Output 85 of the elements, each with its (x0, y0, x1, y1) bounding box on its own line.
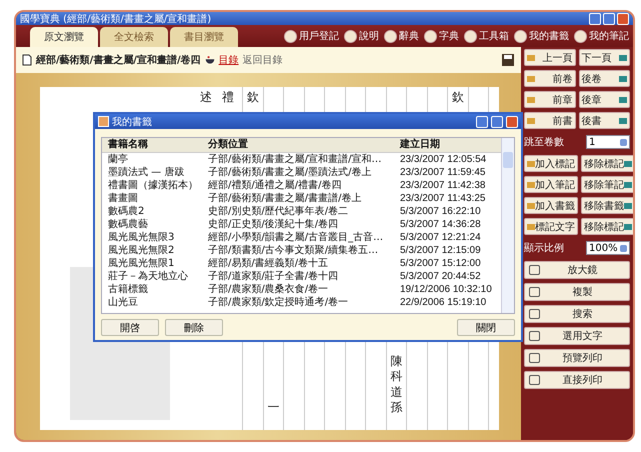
dialog-button[interactable]: 刪除 (165, 319, 223, 336)
book-icon (98, 116, 109, 127)
circle-icon[interactable] (574, 30, 587, 42)
circle-icon[interactable] (514, 30, 527, 42)
panel-button[interactable]: 下一頁 (578, 49, 630, 66)
tab[interactable]: 書目瀏覽 (170, 27, 238, 47)
panel-button[interactable]: 前書 (524, 112, 576, 129)
dropdown[interactable]: 1 (586, 135, 630, 149)
panel-button[interactable]: 移除標記 (581, 218, 633, 235)
close-button[interactable] (506, 116, 518, 128)
panel-button[interactable]: 放大鏡 (524, 261, 630, 279)
minimize-button[interactable] (476, 116, 488, 128)
list-row[interactable]: 風光風光無限1 經部/易類/書經義類/卷十五 5/3/2007 15:12:00 (102, 257, 501, 270)
panel-button[interactable]: 加入筆記 (524, 176, 578, 193)
panel-button[interactable]: 上一頁 (524, 49, 576, 66)
list-row[interactable]: 風光風光無限2 子部/類書類/古今事文類聚/續集卷五… 5/3/2007 12:15:09 (102, 244, 501, 257)
panel-button[interactable]: 後章 (578, 91, 630, 108)
field-label: 顯示比例 (524, 242, 564, 255)
panel-button[interactable]: 移除筆記 (581, 176, 633, 193)
toolbar-link[interactable]: 我的書籤 (529, 29, 569, 43)
tab[interactable]: 全文檢索 (100, 27, 168, 47)
dropdown-arrow-icon (620, 138, 627, 146)
circle-icon[interactable] (384, 30, 397, 42)
field-label: 跳至卷數 (524, 136, 564, 149)
list-row[interactable]: 禮書圖（據漢拓本） 經部/禮類/通禮之屬/禮書/卷四 23/3/2007 11:42:38 (102, 179, 501, 192)
vertical-text: 禮 (222, 90, 234, 106)
panel-button[interactable]: 選用文字 (524, 327, 630, 345)
breadcrumb-note: 返回目錄 (242, 54, 283, 67)
list-row[interactable]: 莊子－為天地立心 子部/道家類/莊子全書/卷十四 5/3/2007 20:44:52 (102, 270, 501, 283)
column-header[interactable]: 分類位置 (208, 138, 400, 152)
toolbar-link[interactable]: 工具箱 (479, 29, 509, 43)
list-row[interactable]: 墨蹟法式 — 唐跋 子部/藝術類/書畫之屬/墨蹟法式/卷上 23/3/2007 11:59:45 (102, 166, 501, 179)
contents-link[interactable]: 目錄 (218, 53, 239, 67)
panel-button[interactable]: 複製 (524, 283, 630, 301)
panel-button[interactable]: 移除書籤 (581, 197, 633, 214)
breadcrumb-path: 經部/藝術類/書畫之屬/宣和畫譜/卷四 (36, 53, 201, 67)
dialog-button[interactable]: 開啓 (101, 319, 159, 336)
panel-button[interactable]: 前卷 (524, 70, 576, 87)
toolbar-link[interactable]: 我的筆記 (589, 29, 629, 43)
window-title: 國學寶典 (經部/藝術類/書畫之屬/宣和畫譜) (20, 12, 212, 26)
list-row[interactable]: 數碼農藝 史部/正史類/後漢紀十集/卷四 5/3/2007 14:36:28 (102, 218, 501, 231)
toolbar-link[interactable]: 辭典 (399, 29, 419, 43)
list-row[interactable]: 山光豆 子部/農家類/欽定授時通考/卷一 22/9/2006 15:19:10 (102, 296, 501, 309)
dropdown[interactable]: 100% (586, 241, 630, 255)
list-row[interactable]: 風光風光無限3 經部/小學類/韻書之屬/古音叢目_古音… 5/3/2007 12:21:24 (102, 231, 501, 244)
tab[interactable]: 原文瀏覽 (30, 27, 98, 47)
circle-icon[interactable] (284, 30, 297, 42)
list-row[interactable]: 書畫圖 子部/藝術類/書畫之屬/書畫譜/卷上 23/3/2007 11:43:25 (102, 192, 501, 205)
maximize-button[interactable] (603, 12, 615, 24)
panel-button[interactable]: 預覽列印 (524, 349, 630, 367)
scrollbar[interactable] (501, 138, 514, 313)
list-row[interactable]: 古籍標籤 子部/農家類/農桑衣食/卷一 19/12/2006 10:32:10 (102, 283, 501, 296)
panel-button[interactable]: 標記文字 (524, 218, 578, 235)
list-row[interactable]: 蘭亭 子部/藝術類/書畫之屬/宣和畫譜/宣和… 23/3/2007 12:05:54 (102, 153, 501, 166)
column-header[interactable]: 建立日期 (400, 138, 501, 152)
list-row[interactable]: 數碼農2 史部/別史類/歷代紀事年表/卷二 5/3/2007 16:22:10 (102, 205, 501, 218)
circle-icon[interactable] (344, 30, 357, 42)
bowl-icon (204, 54, 215, 66)
circle-icon[interactable] (464, 30, 477, 42)
panel-button[interactable]: 搜索 (524, 305, 630, 323)
maximize-button[interactable] (491, 116, 503, 128)
minimize-button[interactable] (589, 12, 601, 24)
panel-button[interactable]: 後書 (578, 112, 630, 129)
panel-button[interactable]: 直接列印 (524, 371, 630, 389)
vertical-text: 一 (267, 400, 280, 416)
dropdown-arrow-icon (620, 244, 627, 252)
vertical-text: 欽 (452, 90, 464, 106)
panel-button[interactable]: 加入標記 (524, 155, 578, 172)
column-header[interactable]: 書籍名稱 (108, 138, 208, 152)
toolbar-link[interactable]: 說明 (359, 29, 379, 43)
panel-button[interactable]: 後卷 (578, 70, 630, 87)
vertical-text: 陳科道孫 (390, 354, 402, 416)
vertical-text: 欽 (246, 90, 259, 106)
circle-icon[interactable] (424, 30, 437, 42)
panel-button[interactable]: 移除標記 (581, 155, 633, 172)
close-button[interactable] (617, 12, 629, 24)
vertical-text: 述 (200, 90, 212, 106)
dialog-button[interactable]: 關閉 (457, 319, 515, 336)
page-icon (22, 54, 32, 66)
save-icon[interactable] (501, 53, 515, 67)
toolbar-link[interactable]: 字典 (439, 29, 459, 43)
dialog-title: 我的書籤 (112, 116, 152, 128)
panel-button[interactable]: 前章 (524, 91, 576, 108)
toolbar-link[interactable]: 用戶登記 (299, 29, 339, 43)
panel-button[interactable]: 加入書籤 (524, 197, 578, 214)
